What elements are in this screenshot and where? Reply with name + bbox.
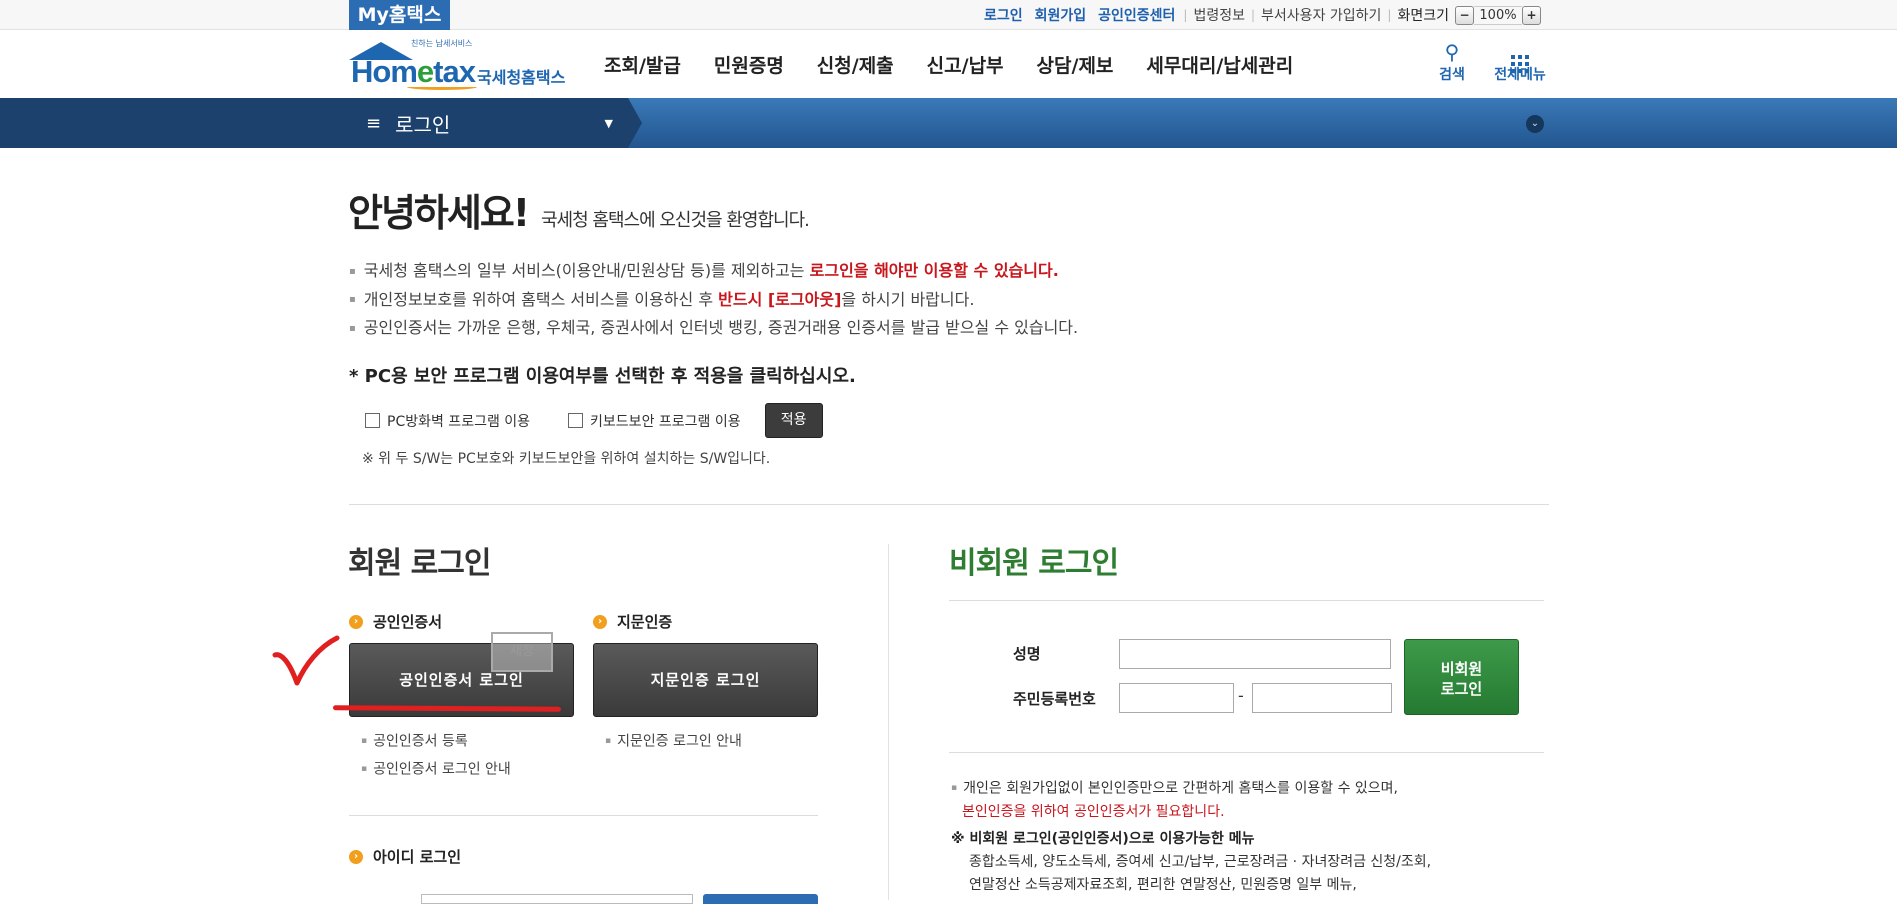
id-login-heading-label: 아이디 로그인 <box>373 848 462 866</box>
site-header: 친하는 납세서비스 Hometax 국세청홈택스 조회/발급 민원증명 신청/제… <box>0 30 1897 98</box>
rrn-label: 주민등록번호 <box>1013 690 1096 708</box>
login-notes: 국세청 홈택스의 일부 서비스(이용안내/민원상담 등)를 제외하고는 로그인을… <box>349 257 1078 343</box>
orange-bullet-icon: › <box>349 614 363 629</box>
guest-menu-line: 연말정산 소득공제자료조회, 편리한 연말정산, 민원증명 일부 메뉴, <box>969 877 1357 893</box>
member-login-title: 회원 로그인 <box>348 546 491 581</box>
logo-korean: 국세청홈택스 <box>477 68 566 87</box>
firewall-checkbox[interactable] <box>365 413 380 428</box>
firewall-option[interactable]: PC방화벽 프로그램 이용 <box>365 411 530 431</box>
apply-button[interactable]: 적용 <box>764 403 823 438</box>
fingerprint-heading: › 지문인증 <box>593 611 672 632</box>
guest-note: 개인은 회원가입없이 본인인증만으로 간편하게 홈택스를 이용할 수 있으며, … <box>951 777 1398 824</box>
logo-swoosh-icon <box>407 84 477 90</box>
login-link[interactable]: 로그인 <box>984 5 1023 25</box>
search-icon: ⚲ <box>1444 40 1460 64</box>
nav-civil-certificate[interactable]: 민원증명 <box>714 51 784 78</box>
keyboard-security-checkbox[interactable] <box>568 413 584 428</box>
greeting-subtitle: 국세청 홈택스에 오신것을 환영합니다. <box>541 210 810 231</box>
search-label: 검색 <box>1439 67 1465 83</box>
security-note: ※ 위 두 S/W는 PC보호와 키보드보안을 위하여 설치하는 S/W입니다. <box>362 451 771 467</box>
rrn-back-input[interactable] <box>1252 683 1392 713</box>
expand-location-button[interactable]: ⌄ <box>1526 115 1544 133</box>
search-button[interactable]: ⚲ 검색 <box>1422 40 1482 84</box>
guest-login-button[interactable]: 비회원 로그인 <box>1404 639 1519 715</box>
cert-heading-label: 공인인증서 <box>373 613 443 631</box>
firewall-option-label: PC방화벽 프로그램 이용 <box>387 413 531 430</box>
cert-center-link[interactable]: 공인인증센터 <box>1098 5 1175 25</box>
main-nav: 조회/발급 민원증명 신청/제출 신고/납부 상담/제보 세무대리/납세관리 <box>604 30 1326 98</box>
column-divider <box>888 544 889 900</box>
guest-note-text: 개인은 회원가입없이 본인인증만으로 간편하게 홈택스를 이용할 수 있으며, <box>951 777 1398 801</box>
guest-menu-list: 종합소득세, 양도소득세, 증여세 신고/납부, 근로장려금 · 자녀장려금 신… <box>969 851 1431 897</box>
name-input[interactable] <box>1119 639 1391 669</box>
divider <box>349 504 1549 505</box>
nav-consult-tip[interactable]: 상담/제보 <box>1037 51 1114 78</box>
breadcrumb[interactable]: ≡ 로그인 ▼ <box>349 98 639 148</box>
divider <box>949 752 1544 753</box>
fingerprint-link-list: 지문인증 로그인 안내 <box>605 728 742 756</box>
divider <box>349 815 818 816</box>
all-menu-button[interactable]: 전체메뉴 <box>1490 40 1550 84</box>
orange-bullet-icon: › <box>593 614 607 629</box>
id-login-button[interactable] <box>703 894 818 904</box>
zoom-in-button[interactable]: + <box>1522 5 1541 25</box>
caret-down-icon: ▼ <box>604 116 613 130</box>
note-item: 개인정보보호를 위하여 홈택스 서비스를 이용하신 후 반드시 [로그아웃]을 … <box>349 286 1078 315</box>
screen-size-label: 화면크기 <box>1397 8 1449 24</box>
greeting-title: 안녕하세요! <box>348 191 530 235</box>
cert-register-link[interactable]: 공인인증서 등록 <box>361 728 511 756</box>
top-utility-bar: My홈택스 로그인 회원가입 공인인증센터 | 법령정보 | 부서사용자 가입하… <box>0 0 1897 30</box>
divider: | <box>1387 8 1392 22</box>
keyboard-option-label: 키보드보안 프로그램 이용 <box>590 413 741 430</box>
my-hometax-button[interactable]: My홈택스 <box>349 0 450 30</box>
hamburger-icon: ≡ <box>366 112 382 134</box>
id-input[interactable] <box>421 894 693 904</box>
breadcrumb-current: 로그인 <box>395 112 451 137</box>
zoom-level: 100% <box>1474 5 1522 25</box>
keyboard-option[interactable]: 키보드보안 프로그램 이용 <box>568 411 741 431</box>
guest-menu-line: 종합소득세, 양도소득세, 증여세 신고/납부, 근로장려금 · 자녀장려금 신… <box>969 854 1432 870</box>
fingerprint-guide-link[interactable]: 지문인증 로그인 안내 <box>605 728 742 756</box>
name-label: 성명 <box>1013 645 1041 663</box>
law-info-link[interactable]: 법령정보 <box>1193 5 1245 25</box>
note-item: 국세청 홈택스의 일부 서비스(이용안내/민원상담 등)를 제외하고는 로그인을… <box>349 257 1078 286</box>
orange-bullet-icon: › <box>349 849 363 864</box>
fingerprint-heading-label: 지문인증 <box>617 613 673 631</box>
cert-heading: › 공인인증서 <box>349 611 442 632</box>
guest-login-title: 비회원 로그인 <box>949 546 1119 581</box>
divider <box>949 600 1544 601</box>
cert-link-list: 공인인증서 등록 공인인증서 로그인 안내 <box>361 728 511 783</box>
rrn-front-input[interactable] <box>1119 683 1234 713</box>
fingerprint-login-button[interactable]: 지문인증 로그인 <box>593 643 818 717</box>
guest-login-button-line1: 비회원 <box>1440 660 1483 678</box>
cert-login-guide-link[interactable]: 공인인증서 로그인 안내 <box>361 756 511 784</box>
utility-links: 로그인 회원가입 공인인증센터 | 법령정보 | 부서사용자 가입하기 | 화면… <box>978 0 1541 30</box>
dept-user-signup-link[interactable]: 부서사용자 가입하기 <box>1261 5 1381 25</box>
note-item: 공인인증서는 가까운 은행, 우체국, 증권사에서 인터넷 뱅킹, 증권거래용 … <box>349 314 1078 343</box>
signup-link[interactable]: 회원가입 <box>1035 5 1087 25</box>
logo-tagline: 친하는 납세서비스 <box>411 39 473 48</box>
all-menu-label: 전체메뉴 <box>1494 67 1546 83</box>
hometax-logo[interactable]: 친하는 납세서비스 Hometax 국세청홈택스 <box>349 38 579 92</box>
guest-menu-heading: ※ 비회원 로그인(공인인증서)으로 이용가능한 메뉴 <box>951 831 1255 847</box>
divider: | <box>1183 8 1188 22</box>
divider: | <box>1251 8 1256 22</box>
security-options: PC방화벽 프로그램 이용 키보드보안 프로그램 이용 적용 <box>365 403 823 438</box>
red-check-annotation <box>272 635 340 686</box>
nav-inquiry-issue[interactable]: 조회/발급 <box>604 51 681 78</box>
new-window-stamp: 새창 <box>491 632 553 672</box>
guest-note-warning: 본인인증을 위하여 공인인증서가 필요합니다. <box>962 803 1225 820</box>
nav-report-pay[interactable]: 신고/납부 <box>927 51 1004 78</box>
zoom-out-button[interactable]: − <box>1455 5 1474 25</box>
nav-apply-submit[interactable]: 신청/제출 <box>817 51 894 78</box>
id-login-heading: › 아이디 로그인 <box>349 846 461 867</box>
nav-tax-agent[interactable]: 세무대리/납세관리 <box>1146 51 1293 78</box>
guest-login-button-line2: 로그인 <box>1440 680 1483 698</box>
security-program-title: * PC용 보안 프로그램 이용여부를 선택한 후 적용을 클릭하십시오. <box>349 366 856 387</box>
rrn-dash: - <box>1238 686 1244 705</box>
grid-menu-icon <box>1490 40 1550 73</box>
